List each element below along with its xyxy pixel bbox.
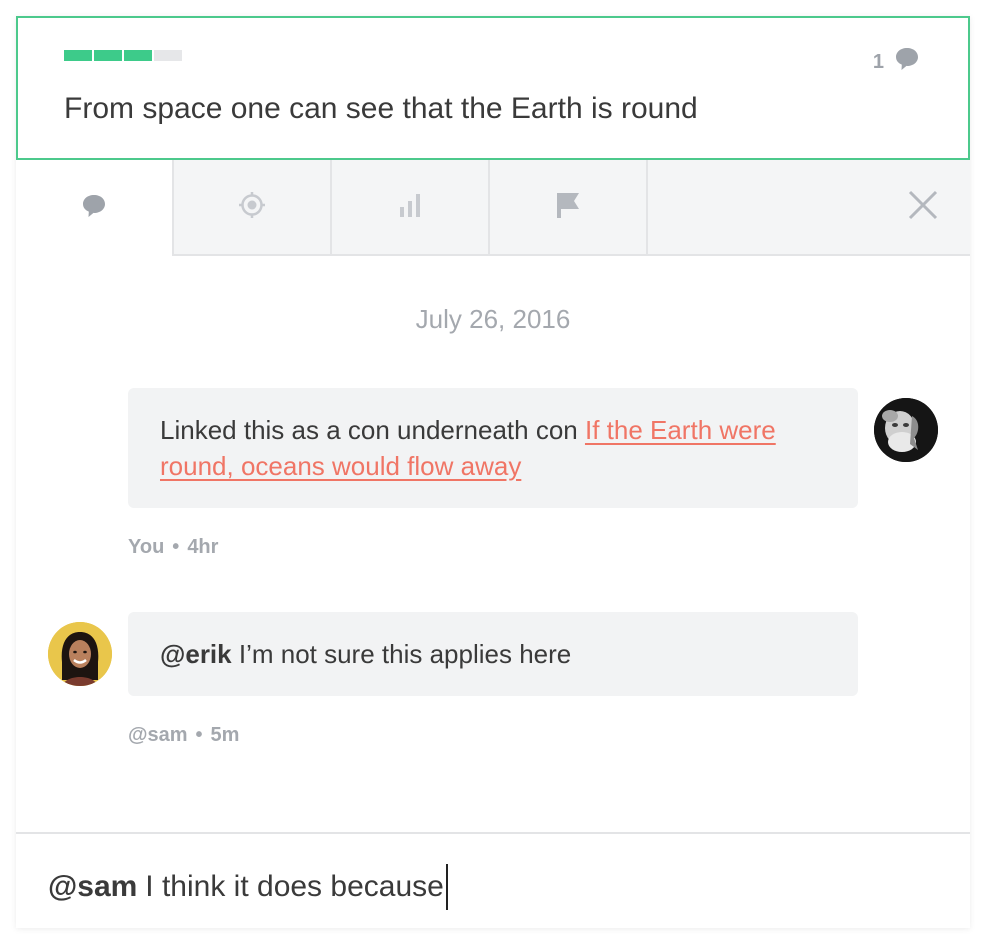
- message-text: Linked this as a con underneath con: [160, 415, 585, 445]
- tab-stats[interactable]: [332, 160, 490, 256]
- avatar[interactable]: [874, 398, 938, 462]
- flag-icon: [554, 191, 582, 224]
- reply-input[interactable]: @sam I think it does because: [16, 832, 970, 928]
- message-author: @sam: [128, 724, 188, 746]
- separator-dot: •: [195, 724, 203, 746]
- strength-segment: [94, 50, 122, 61]
- strength-segment: [154, 50, 182, 61]
- comment-icon: [81, 193, 107, 224]
- mention[interactable]: @erik: [160, 639, 232, 669]
- strength-segment: [124, 50, 152, 61]
- reply-text: I think it does because: [145, 870, 444, 903]
- bar-chart-icon: [398, 192, 422, 223]
- tab-focus[interactable]: [174, 160, 332, 256]
- comment-count-value: 1: [872, 50, 884, 73]
- tab-comments[interactable]: [16, 160, 174, 256]
- separator-dot: •: [172, 536, 180, 558]
- message-meta: @sam • 5m: [128, 724, 239, 747]
- message-time: 4hr: [187, 536, 219, 558]
- close-tab[interactable]: [648, 160, 970, 256]
- close-icon[interactable]: [908, 190, 938, 225]
- strength-segment: [64, 50, 92, 61]
- avatar[interactable]: [48, 622, 112, 686]
- text-caret: [445, 864, 448, 910]
- message-author: You: [128, 536, 165, 558]
- message-bubble: @erik I’m not sure this applies here: [128, 612, 858, 696]
- tab-bar: [16, 160, 970, 256]
- message-text: I’m not sure this applies here: [231, 639, 572, 669]
- message-meta: You • 4hr: [128, 536, 218, 559]
- message-time: 5m: [210, 724, 240, 746]
- comment-count[interactable]: 1: [873, 46, 920, 78]
- tab-flag[interactable]: [490, 160, 648, 256]
- thread-date: July 26, 2016: [415, 304, 571, 334]
- mention: @sam: [48, 870, 138, 903]
- claim-title: From space one can see that the Earth is…: [64, 92, 698, 125]
- claim-card: 1 From space one can see that the Earth …: [16, 16, 970, 160]
- strength-meter: [64, 50, 182, 61]
- speech-bubble-icon: [894, 46, 920, 78]
- reply-input-content[interactable]: @sam I think it does because: [48, 864, 448, 910]
- comments-panel: 1 From space one can see that the Earth …: [16, 16, 970, 928]
- target-icon: [238, 191, 266, 224]
- message-bubble: Linked this as a con underneath con If t…: [128, 388, 858, 508]
